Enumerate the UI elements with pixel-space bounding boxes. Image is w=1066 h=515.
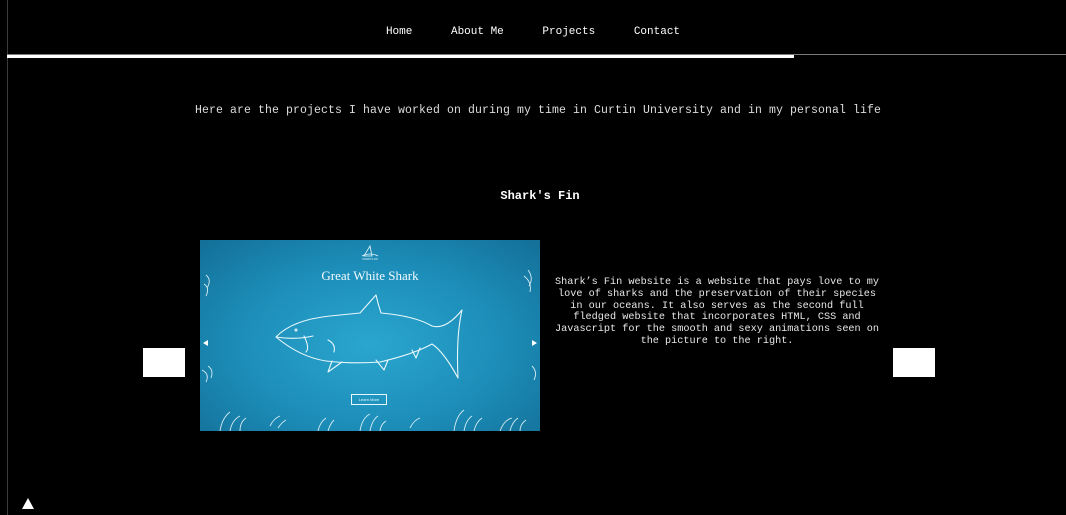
- screenshot-heading: Great White Shark: [321, 268, 419, 283]
- nav-progress-bar: [7, 55, 794, 58]
- nav-contact-link[interactable]: Contact: [634, 26, 680, 38]
- screenshot-left-arrow-icon: [203, 340, 208, 346]
- screenshot-learn-more: Learn More: [351, 394, 387, 405]
- triangle-up-icon[interactable]: [22, 498, 34, 509]
- shark-outline: [275, 294, 463, 379]
- projects-intro-text: Here are the projects I have worked on d…: [194, 104, 882, 117]
- project-description: Shark’s Fin website is a website that pa…: [554, 277, 879, 347]
- page-left-border: [7, 0, 8, 515]
- main-navigation: Home About Me Projects Contact: [0, 26, 1066, 38]
- coral-decoration: [201, 269, 537, 431]
- screenshot-right-arrow-icon: [532, 340, 537, 346]
- previous-project-button[interactable]: [143, 348, 185, 377]
- nav-home-link[interactable]: Home: [386, 26, 412, 38]
- next-project-button[interactable]: [893, 348, 935, 377]
- logo-icon: [361, 244, 379, 257]
- logo-text: SHARK'S FIN: [362, 258, 378, 261]
- nav-about-link[interactable]: About Me: [451, 26, 504, 38]
- nav-projects-link[interactable]: Projects: [542, 26, 595, 38]
- project-screenshot: SHARK'S FIN Great White Shark Learn More: [200, 240, 540, 431]
- project-title: Shark's Fin: [500, 189, 580, 203]
